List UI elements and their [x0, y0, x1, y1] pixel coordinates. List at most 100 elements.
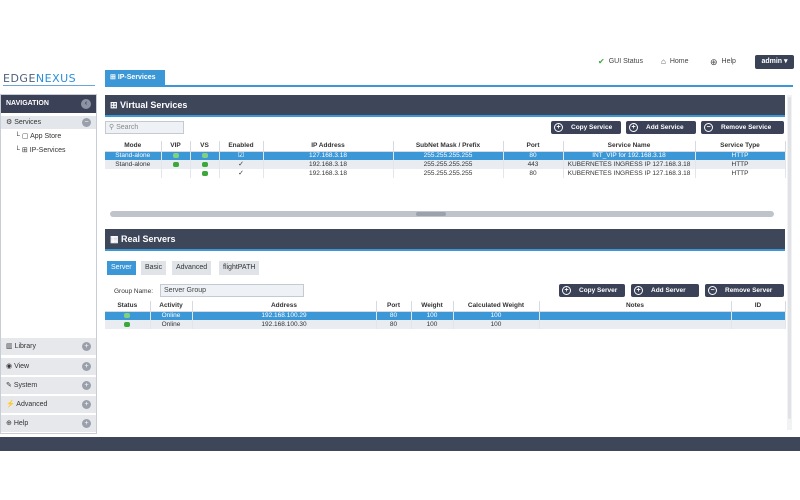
column-header[interactable]: Status: [105, 301, 151, 312]
advanced-label: Advanced: [16, 401, 48, 408]
help-link[interactable]: ⊕ Help: [710, 55, 736, 69]
add-server-button[interactable]: + Add Server: [631, 284, 699, 297]
service-name-cell: KUBERNETES INGRESS IP 127.168.3.18: [563, 160, 696, 169]
virtual-services-title: Virtual Services: [120, 100, 188, 110]
weight-cell: 100: [411, 320, 454, 329]
enabled-checkbox[interactable]: ☑: [219, 151, 264, 160]
port-cell: 443: [503, 160, 564, 169]
minus-circle-icon: −: [704, 123, 713, 132]
logo: EDGENEXUS: [3, 72, 95, 86]
gear-icon: ⚙: [6, 119, 15, 126]
horizontal-scrollbar[interactable]: [110, 211, 774, 217]
column-header[interactable]: ID: [731, 301, 786, 312]
column-header[interactable]: Weight: [411, 301, 454, 312]
sidebar-item-ip-services[interactable]: └ ⊞ IP-Services: [1, 143, 96, 158]
vip-status-icon: [161, 169, 191, 178]
lightning-icon: ⚡: [6, 401, 17, 408]
column-header[interactable]: Mode: [105, 141, 162, 152]
column-header[interactable]: IP Address: [263, 141, 394, 152]
plus-icon[interactable]: +: [82, 342, 91, 351]
status-icon: [105, 320, 151, 329]
sidebar-item-library[interactable]: ▥ Library +: [1, 337, 96, 355]
sidebar-item-help[interactable]: ⊕ Help +: [1, 414, 96, 432]
address-cell: 192.168.100.30: [192, 320, 377, 329]
id-cell: [731, 320, 786, 329]
search-input[interactable]: ⚲ Search: [105, 121, 184, 134]
table-row[interactable]: Stand-alone ✓ 192.168.3.18 255.255.255.2…: [105, 160, 786, 169]
plus-icon[interactable]: +: [82, 362, 91, 371]
enabled-checkbox[interactable]: ✓: [219, 169, 264, 178]
plus-icon[interactable]: +: [82, 419, 91, 428]
column-header[interactable]: Activity: [150, 301, 193, 312]
sidebar-item-advanced[interactable]: ⚡ Advanced +: [1, 395, 96, 413]
mode-cell: [105, 169, 162, 178]
tab-ip-services-label: IP-Services: [117, 74, 156, 81]
table-row[interactable]: Online 192.168.100.29 80 100 100: [105, 311, 786, 320]
column-header[interactable]: Port: [376, 301, 412, 312]
table-row[interactable]: ✓ 192.168.3.18 255.255.255.255 80 KUBERN…: [105, 169, 786, 178]
enabled-checkbox[interactable]: ✓: [219, 160, 264, 169]
sidebar-item-services[interactable]: ⚙ Services −: [1, 116, 96, 129]
check-circle-icon: ✔: [598, 57, 605, 66]
service-type-cell: HTTP: [695, 151, 786, 160]
sidebar-item-view[interactable]: ◉ View +: [1, 357, 96, 375]
gui-status-link[interactable]: ✔ GUI Status: [598, 55, 643, 69]
column-header[interactable]: Service Type: [695, 141, 786, 152]
remove-service-button[interactable]: − Remove Service: [701, 121, 784, 134]
table-row[interactable]: Online 192.168.100.30 80 100 100: [105, 320, 786, 329]
tab-basic[interactable]: Basic: [141, 261, 167, 275]
column-header[interactable]: Service Name: [563, 141, 696, 152]
tab-advanced[interactable]: Advanced: [172, 261, 212, 275]
collapse-icon[interactable]: ‹: [81, 99, 91, 109]
column-header[interactable]: VIP: [161, 141, 191, 152]
column-header[interactable]: VS: [190, 141, 220, 152]
group-name-input[interactable]: Server Group: [160, 284, 304, 297]
help-icon: ⊕: [710, 57, 718, 67]
column-header[interactable]: Notes: [539, 301, 732, 312]
notes-cell: [539, 320, 732, 329]
vs-status-icon: [190, 151, 220, 160]
vip-status-icon: [161, 151, 191, 160]
scrollbar-thumb[interactable]: [788, 97, 791, 419]
remove-server-button[interactable]: − Remove Server: [705, 284, 784, 297]
navigation-title: NAVIGATION: [6, 100, 49, 107]
table-row[interactable]: Stand-alone ☑ 127.168.3.18 255.255.255.2…: [105, 151, 786, 160]
column-header[interactable]: Port: [503, 141, 564, 152]
ip-cell: 127.168.3.18: [263, 151, 394, 160]
check-icon: ✓: [238, 161, 244, 168]
vertical-scrollbar[interactable]: [787, 95, 792, 430]
plus-icon[interactable]: +: [82, 381, 91, 390]
tab-flightpath[interactable]: flightPATH: [219, 261, 260, 275]
scrollbar-thumb[interactable]: [416, 212, 446, 216]
copy-server-label: Copy Server: [579, 287, 618, 294]
vs-status-icon: [190, 169, 220, 178]
plus-icon[interactable]: +: [82, 400, 91, 409]
search-placeholder: Search: [116, 124, 139, 131]
copy-server-button[interactable]: + Copy Server: [559, 284, 625, 297]
column-header[interactable]: Enabled: [219, 141, 264, 152]
check-icon: ✓: [238, 170, 244, 177]
mode-cell: Stand-alone: [105, 151, 162, 160]
vs-status-icon: [190, 160, 220, 169]
tab-ip-services[interactable]: ⊞ IP-Services: [105, 70, 165, 86]
service-name-cell: KUBERNETES INGRESS IP 127.168.3.18: [563, 169, 696, 178]
add-service-button[interactable]: + Add Service: [626, 121, 696, 134]
sidebar-item-system[interactable]: ✎ System +: [1, 376, 96, 394]
real-servers-divider: [105, 249, 785, 251]
minus-icon[interactable]: −: [82, 118, 91, 127]
ip-services-label: IP-Services: [29, 147, 66, 154]
service-type-cell: HTTP: [695, 160, 786, 169]
column-header[interactable]: Calculated Weight: [453, 301, 540, 312]
remove-service-label: Remove Service: [721, 124, 772, 131]
column-header[interactable]: Address: [192, 301, 377, 312]
copy-service-button[interactable]: + Copy Service: [551, 121, 621, 134]
sidebar: NAVIGATION ‹ ⚙ Services − └ ▢ App Store …: [0, 94, 97, 434]
virtual-services-divider: [105, 115, 785, 117]
tab-server[interactable]: Server: [107, 261, 136, 275]
add-server-label: Add Server: [651, 287, 686, 294]
admin-menu-button[interactable]: admin ▾: [755, 55, 794, 69]
sidebar-item-app-store[interactable]: └ ▢ App Store: [1, 129, 96, 144]
port-cell: 80: [503, 169, 564, 178]
column-header[interactable]: SubNet Mask / Prefix: [393, 141, 504, 152]
home-link[interactable]: ⌂ Home: [661, 55, 689, 69]
